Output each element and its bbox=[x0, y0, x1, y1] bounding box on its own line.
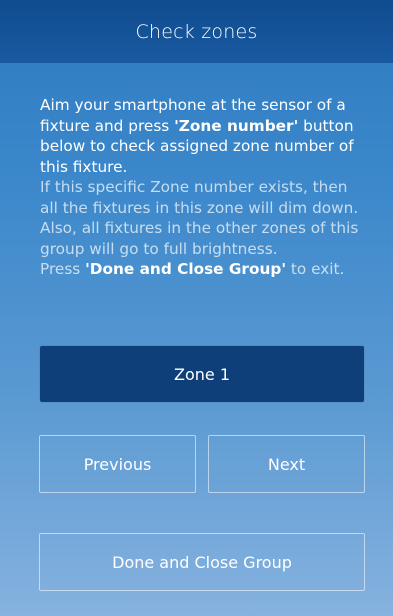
instruction-paragraph-primary: Aim your smartphone at the sensor of a f… bbox=[40, 95, 370, 177]
page-title: Check zones bbox=[135, 20, 258, 43]
zone-number-button-label: Zone 1 bbox=[174, 364, 230, 384]
next-button[interactable]: Next bbox=[208, 435, 365, 493]
zone-number-button[interactable]: Zone 1 bbox=[40, 346, 364, 402]
done-button-label: Done and Close Group bbox=[112, 552, 292, 572]
instruction-paragraph-secondary: If this specific Zone number exists, the… bbox=[40, 178, 359, 258]
instruction-highlight-zone-number: 'Zone number' bbox=[174, 116, 299, 135]
previous-button[interactable]: Previous bbox=[39, 435, 196, 493]
instructions-text: Aim your smartphone at the sensor of a f… bbox=[40, 95, 370, 280]
previous-button-label: Previous bbox=[83, 454, 152, 474]
instruction-highlight-done: 'Done and Close Group' bbox=[85, 260, 287, 278]
done-and-close-group-button[interactable]: Done and Close Group bbox=[39, 533, 365, 591]
next-button-label: Next bbox=[267, 454, 306, 474]
instruction-text-3: Press bbox=[40, 260, 86, 278]
header-bar: Check zones bbox=[0, 0, 393, 63]
instruction-text-4: to exit. bbox=[286, 260, 345, 278]
instruction-paragraph-exit: Press 'Done and Close Group' to exit. bbox=[40, 259, 370, 280]
